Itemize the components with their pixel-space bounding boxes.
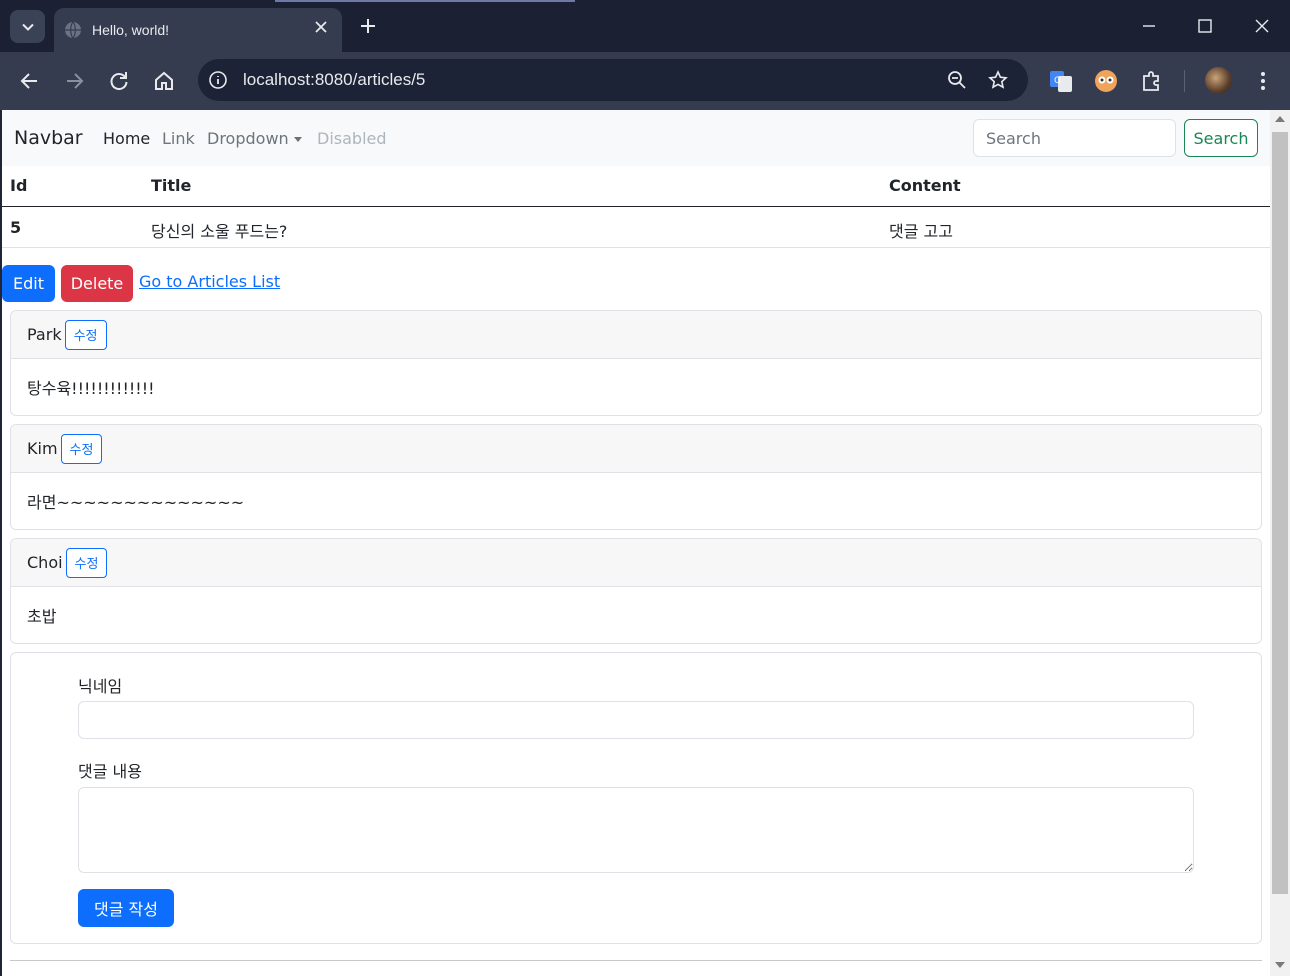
toolbar-divider xyxy=(1184,70,1185,92)
comment-nickname: Park xyxy=(27,325,62,344)
articles-list-link[interactable]: Go to Articles List xyxy=(139,272,280,291)
comment-nickname: Choi xyxy=(27,553,63,572)
submit-comment-button[interactable]: 댓글 작성 xyxy=(78,889,174,927)
extension-owl-icon[interactable] xyxy=(1093,68,1119,94)
page-scrollbar[interactable] xyxy=(1270,110,1290,976)
article-id: 5 xyxy=(10,218,22,237)
footer-divider xyxy=(10,960,1262,961)
comment-edit-button[interactable]: 수정 xyxy=(65,547,108,578)
svg-text:G: G xyxy=(1054,76,1061,86)
globe-icon xyxy=(65,21,81,39)
scroll-up-arrow-icon[interactable] xyxy=(1275,116,1285,122)
close-icon[interactable] xyxy=(312,18,330,36)
chevron-down-icon xyxy=(21,23,34,31)
profile-avatar[interactable] xyxy=(1205,67,1232,94)
navbar: Navbar Home Link Dropdown Disabled Searc… xyxy=(2,110,1270,166)
comment-card: Kim 수정 라면~~~~~~~~~~~~~~ xyxy=(10,424,1262,530)
extensions-puzzle-icon[interactable] xyxy=(1139,68,1165,94)
column-header-id: Id xyxy=(10,176,28,195)
window-close-icon[interactable] xyxy=(1250,14,1274,38)
maximize-icon[interactable] xyxy=(1193,14,1217,38)
comment-edit-button[interactable]: 수정 xyxy=(64,319,107,350)
navbar-brand[interactable]: Navbar xyxy=(14,127,83,149)
home-icon[interactable] xyxy=(151,68,177,94)
tab-title: Hello, world! xyxy=(92,22,170,38)
comment-card: Choi 수정 초밥 xyxy=(10,538,1262,644)
search-button[interactable]: Search xyxy=(1184,119,1258,157)
comment-edit-button[interactable]: 수정 xyxy=(60,433,103,464)
comment-body: 라면~~~~~~~~~~~~~~ xyxy=(27,493,245,512)
scrollbar-thumb[interactable] xyxy=(1272,132,1288,894)
info-icon[interactable] xyxy=(208,70,228,90)
column-header-title: Title xyxy=(151,176,192,195)
kebab-menu-icon[interactable] xyxy=(1250,68,1276,94)
star-icon[interactable] xyxy=(988,70,1008,90)
article-title: 당신의 소울 푸드는? xyxy=(151,222,288,241)
search-input[interactable] xyxy=(973,119,1176,157)
browser-tabstrip: Hello, world! xyxy=(0,0,1290,52)
nav-link-home[interactable]: Home xyxy=(103,129,150,148)
address-url[interactable]: localhost:8080/articles/5 xyxy=(243,70,425,90)
page-viewport: Navbar Home Link Dropdown Disabled Searc… xyxy=(2,110,1270,976)
browser-toolbar: localhost:8080/articles/5 G xyxy=(0,52,1290,110)
forward-arrow-icon[interactable] xyxy=(61,68,87,94)
edit-article-button[interactable]: Edit xyxy=(2,265,55,302)
nav-link-link[interactable]: Link xyxy=(162,129,195,148)
delete-article-button[interactable]: Delete xyxy=(61,265,133,302)
nav-link-disabled: Disabled xyxy=(317,129,387,148)
tab-group-line xyxy=(275,0,575,2)
comment-card: Park 수정 탕수육!!!!!!!!!!!!! xyxy=(10,310,1262,416)
back-arrow-icon[interactable] xyxy=(17,68,43,94)
caret-down-icon xyxy=(294,137,302,142)
comment-nickname: Kim xyxy=(27,439,58,458)
comment-header: Kim 수정 xyxy=(11,425,1261,473)
plus-icon[interactable] xyxy=(358,16,378,36)
table-header-divider xyxy=(2,206,1270,207)
google-translate-icon[interactable]: G xyxy=(1048,68,1074,94)
browser-tab-active[interactable]: Hello, world! xyxy=(54,8,342,52)
comment-form: 닉네임 댓글 내용 댓글 작성 xyxy=(10,652,1262,944)
nav-dropdown[interactable]: Dropdown xyxy=(207,129,289,148)
comment-body: 초밥 xyxy=(27,607,57,626)
tab-search-button[interactable] xyxy=(10,10,45,43)
comment-body: 탕수육!!!!!!!!!!!!! xyxy=(27,379,155,398)
column-header-content: Content xyxy=(889,176,961,195)
reload-icon[interactable] xyxy=(106,68,132,94)
comment-header: Park 수정 xyxy=(11,311,1261,359)
comment-content-label: 댓글 내용 xyxy=(78,762,142,781)
scroll-down-arrow-icon[interactable] xyxy=(1275,962,1285,968)
comment-content-textarea[interactable] xyxy=(78,787,1194,873)
comment-header: Choi 수정 xyxy=(11,539,1261,587)
minimize-icon[interactable] xyxy=(1137,14,1161,38)
zoom-icon[interactable] xyxy=(947,70,967,90)
nickname-input[interactable] xyxy=(78,701,1194,739)
table-row-divider xyxy=(2,247,1270,248)
nickname-label: 닉네임 xyxy=(78,677,123,696)
address-bar[interactable]: localhost:8080/articles/5 xyxy=(198,59,1028,101)
article-content: 댓글 고고 xyxy=(889,222,953,241)
